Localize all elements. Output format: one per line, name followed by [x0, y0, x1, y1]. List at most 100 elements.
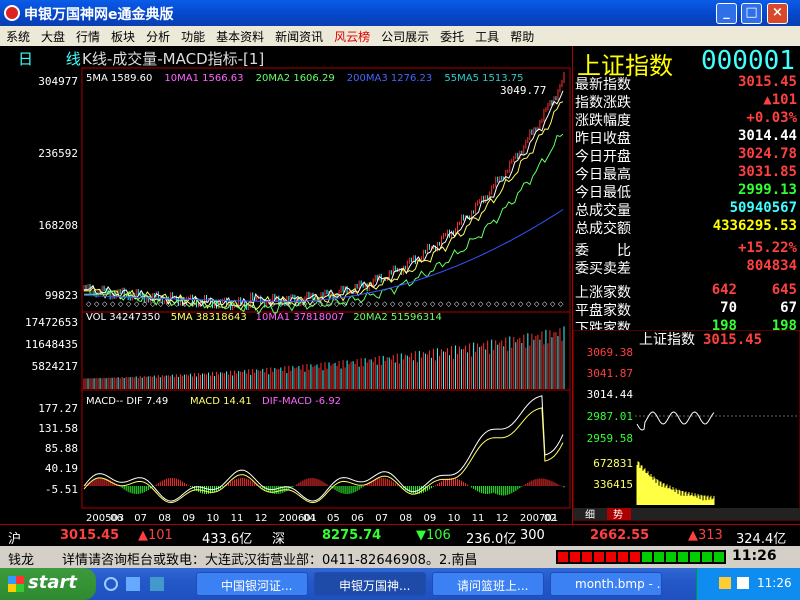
ticker-bar-cell — [654, 552, 664, 562]
date-axis-label: 10 — [207, 513, 220, 524]
tab-trend[interactable]: 势 — [613, 508, 623, 521]
quote-row: 今日开盘 3024.78 — [575, 146, 797, 165]
signal-marker: ◇ — [422, 300, 428, 308]
dea-line — [83, 407, 564, 504]
legend-label: DIF-MACD -6.92 — [262, 396, 341, 407]
signal-marker: ◇ — [190, 300, 196, 308]
task-item[interactable]: month.bmp - ... — [550, 572, 662, 596]
price-axis-label: 99823 — [45, 289, 78, 302]
signal-marker: ◇ — [94, 300, 100, 308]
task-item[interactable]: 请问篮班上... — [432, 572, 544, 596]
signal-marker: ◇ — [374, 300, 380, 308]
maximize-button[interactable]: □ — [741, 3, 762, 24]
desktop-icon[interactable] — [126, 577, 140, 591]
idx300-change: ▲313 — [688, 528, 723, 543]
signal-marker: ◇ — [494, 300, 500, 308]
quote-row: 总成交额 4336295.53 — [575, 218, 797, 237]
count-row: 平盘家数 70 67 — [575, 300, 797, 319]
signal-marker: ◇ — [350, 300, 356, 308]
legend-label: 20MA2 51596314 — [353, 312, 442, 323]
explorer-icon[interactable] — [150, 577, 164, 591]
ticker-bar-cell — [582, 552, 592, 562]
sz-value: 8275.74 — [322, 528, 382, 543]
mini-axis-label: 2959.58 — [587, 432, 633, 445]
signal-marker: ◇ — [334, 300, 340, 308]
signal-marker: ◇ — [142, 300, 148, 308]
signal-marker: ◇ — [126, 300, 132, 308]
volume-axis-label: 17472653 — [25, 316, 78, 329]
signal-marker: ◇ — [438, 300, 444, 308]
mini-value: 3015.45 — [703, 332, 762, 348]
legend-label: 200MA3 1276.23 — [347, 73, 432, 84]
menu-item[interactable]: 新闻资讯 — [269, 26, 328, 46]
macd-axis-label: -5.51 — [45, 483, 78, 496]
menu-item[interactable]: 分析 — [140, 26, 175, 46]
menu-item[interactable]: 功能 — [175, 26, 210, 46]
date-axis-label: 05 — [327, 513, 340, 524]
ma-line — [84, 101, 564, 311]
volume-axis-label: 5824217 — [32, 360, 78, 373]
sz-label: 深 — [272, 532, 286, 547]
mini-axis-label: 3014.44 — [587, 388, 634, 401]
idx300-value: 2662.55 — [590, 528, 650, 543]
task-item[interactable]: 中国银河证... — [196, 572, 308, 596]
start-button[interactable]: start — [0, 568, 96, 600]
legend-label: 10MA1 1566.63 — [164, 73, 243, 84]
volume-icon[interactable] — [737, 577, 749, 589]
signal-marker: ◇ — [110, 300, 116, 308]
macd-axis-label: 85.88 — [45, 442, 78, 455]
ie-icon[interactable] — [104, 577, 118, 591]
menu-item[interactable]: 公司展示 — [375, 26, 434, 46]
signal-marker: ◇ — [302, 300, 308, 308]
menu-item[interactable]: 大盘 — [35, 26, 70, 46]
quote-row: 总成交量 50940567 — [575, 200, 797, 219]
intraday-chart[interactable]: 上证指数 3015.45 3069.38 3041.87 3014.44 2987.01 2… — [573, 330, 800, 522]
task-item[interactable]: 申银万国神... — [314, 572, 426, 596]
signal-marker: ◇ — [486, 300, 492, 308]
taskbar: start 中国银河证... 申银万国神... 请问篮班上... month.b… — [0, 568, 800, 600]
legend-label: MACD-- DIF 7.49 — [86, 396, 168, 407]
signal-marker: ◇ — [446, 300, 452, 308]
tab-detail[interactable]: 细 — [585, 508, 595, 521]
date-axis-label: 09 — [182, 513, 195, 524]
quote-row: 今日最低 2999.13 — [575, 182, 797, 201]
kline-chart[interactable]: 5MA 1589.60 10MA1 1566.63 20MA2 1606.29 200… — [0, 66, 572, 524]
sz-amount: 236.0亿 — [466, 532, 517, 547]
date-axis-label: 09 — [423, 513, 436, 524]
signal-marker: ◇ — [502, 300, 508, 308]
signal-marker: ◇ — [342, 300, 348, 308]
signal-marker: ◇ — [478, 300, 484, 308]
signal-marker: ◇ — [326, 300, 332, 308]
windows-logo-icon — [8, 576, 24, 592]
date-axis-label: 04 — [303, 513, 316, 524]
quote-row: 今日最高 3031.85 — [575, 164, 797, 183]
signal-marker: ◇ — [198, 300, 204, 308]
signal-marker: ◇ — [318, 300, 324, 308]
menu-item[interactable]: 板块 — [105, 26, 140, 46]
menu-item[interactable]: 委托 — [434, 26, 469, 46]
menu-item[interactable]: 基本资料 — [210, 26, 269, 46]
date-axis-label: 11 — [231, 513, 244, 524]
minimize-button[interactable]: _ — [716, 3, 737, 24]
menu-item[interactable]: 工具 — [469, 26, 504, 46]
close-button[interactable]: × — [767, 3, 788, 24]
title-bar: 申银万国神网e通金典版 _ □ × — [0, 0, 800, 26]
date-axis-label: 11 — [472, 513, 485, 524]
tray-icon[interactable] — [719, 577, 731, 589]
signal-marker: ◇ — [270, 300, 276, 308]
ticker-text[interactable]: 详情请咨询柜台或致电：大连武汉街营业部：0411-82646908。2.南昌 — [62, 549, 552, 568]
sz-change: ▼106 — [416, 528, 451, 543]
signal-marker: ◇ — [358, 300, 364, 308]
menu-bar: 系统 大盘 行情 板块 分析 功能 基本资料 新闻资讯 风云榜 公司展示 委托 工具 帮助 — [0, 26, 800, 46]
signal-marker: ◇ — [470, 300, 476, 308]
menu-item[interactable]: 风云榜 — [328, 26, 375, 46]
menu-item[interactable]: 帮助 — [504, 26, 539, 46]
quote-row: 最新指数 3015.45 — [575, 74, 797, 93]
date-axis-label: 07 — [134, 513, 147, 524]
menu-item[interactable]: 行情 — [70, 26, 105, 46]
signal-marker: ◇ — [294, 300, 300, 308]
signal-marker: ◇ — [286, 300, 292, 308]
signal-marker: ◇ — [174, 300, 180, 308]
sh-label: 沪 — [8, 532, 22, 547]
menu-item[interactable]: 系统 — [0, 26, 35, 46]
